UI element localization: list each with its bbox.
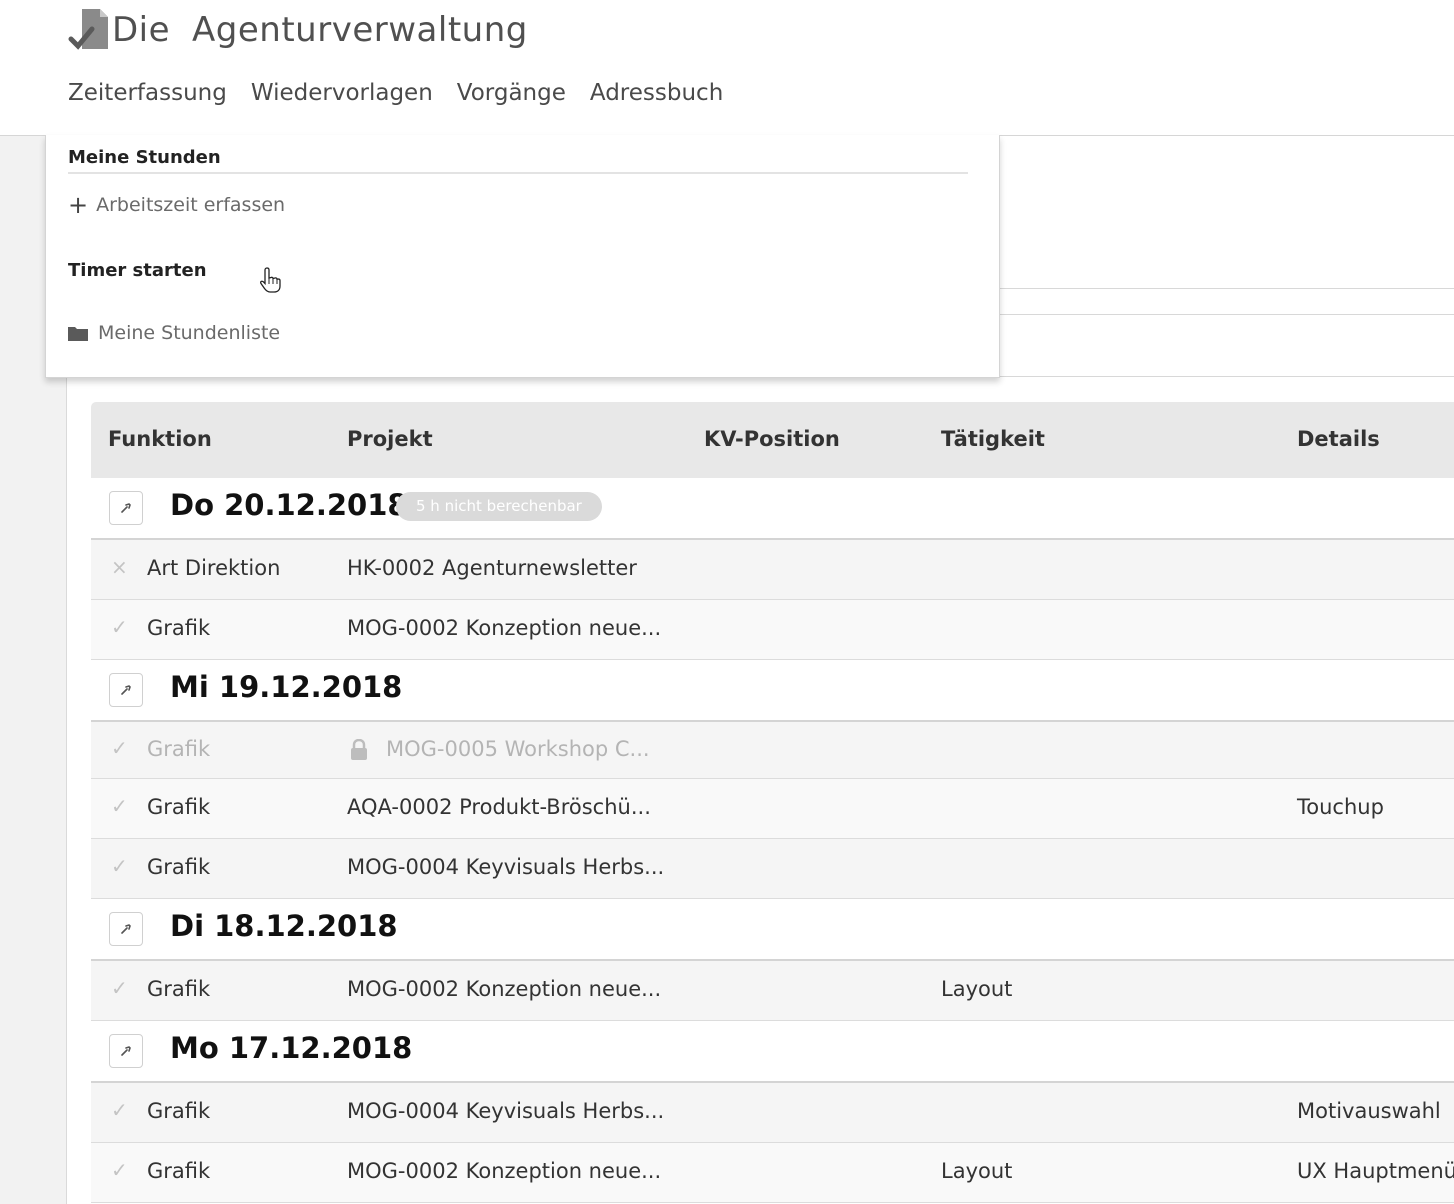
cell-details: Touchup [1297, 795, 1384, 819]
table-row[interactable]: ✓ Grafik MOG-0002 Konzeption neue... Lay… [91, 961, 1454, 1021]
column-header-kv-position[interactable]: KV-Position [704, 427, 840, 451]
check-icon: ✓ [111, 976, 128, 1000]
column-header-funktion[interactable]: Funktion [108, 427, 212, 451]
cell-funktion: Grafik [147, 616, 211, 640]
table-header: Funktion Projekt KV-Position Tätigkeit D… [91, 402, 1454, 478]
check-icon: ✓ [111, 615, 128, 639]
cell-funktion: Grafik [147, 795, 211, 819]
check-icon: ✓ [111, 794, 128, 818]
divider [1000, 288, 1454, 289]
table-row[interactable]: ✓ Grafik MOG-0004 Keyvisuals Herbs... [91, 839, 1454, 899]
check-icon: ✓ [111, 1158, 128, 1182]
column-header-taetigkeit[interactable]: Tätigkeit [941, 427, 1045, 451]
my-hours-list-link[interactable]: Meine Stundenliste [68, 322, 280, 344]
day-date: Mo 17.12.2018 [170, 1031, 413, 1065]
app-logo[interactable]: Die Agenturverwaltung [68, 4, 528, 56]
app-title: Die Agenturverwaltung [112, 10, 528, 50]
table-row[interactable]: × Art Direktion HK-0002 Agenturnewslette… [91, 540, 1454, 600]
table-row[interactable]: ✓ Grafik AQA-0002 Produkt-Bröschü... Tou… [91, 779, 1454, 839]
cell-projekt[interactable]: MOG-0002 Konzeption neue... [347, 1159, 661, 1183]
hours-table: Funktion Projekt KV-Position Tätigkeit D… [91, 402, 1454, 1203]
day-action-button[interactable] [109, 912, 143, 946]
nav-item-adressbuch[interactable]: Adressbuch [590, 80, 723, 106]
check-icon: ✓ [111, 854, 128, 878]
day-action-button[interactable] [109, 491, 143, 525]
status-badge: 5 h nicht berechenbar [396, 492, 602, 521]
table-row[interactable]: ✓ Grafik MOG-0004 Keyvisuals Herbs... Mo… [91, 1083, 1454, 1143]
divider [68, 172, 968, 174]
cell-funktion: Grafik [147, 737, 211, 761]
day-action-button[interactable] [109, 673, 143, 707]
close-icon[interactable]: × [111, 555, 128, 579]
column-header-details[interactable]: Details [1297, 427, 1380, 451]
cell-funktion: Grafik [147, 1099, 211, 1123]
day-group-row: Di 18.12.2018 [91, 899, 1454, 961]
start-timer-link[interactable]: Timer starten [68, 260, 207, 281]
lock-icon [351, 739, 367, 760]
cell-funktion: Grafik [147, 1159, 211, 1183]
day-action-button[interactable] [109, 1034, 143, 1068]
cell-projekt: MOG-0005 Workshop C... [386, 737, 650, 761]
wrench-icon [121, 503, 131, 513]
divider [1000, 376, 1454, 377]
add-worktime-link[interactable]: + Arbeitszeit erfassen [68, 193, 285, 217]
cell-funktion: Grafik [147, 977, 211, 1001]
nav-item-vorgaenge[interactable]: Vorgänge [457, 80, 566, 106]
zeiterfassung-dropdown: Meine Stunden + Arbeitszeit erfassen Tim… [45, 135, 1000, 378]
day-date: Di 18.12.2018 [170, 909, 398, 943]
cell-projekt[interactable]: AQA-0002 Produkt-Bröschü... [347, 795, 651, 819]
my-hours-list-label: Meine Stundenliste [98, 322, 281, 344]
plus-icon: + [68, 191, 89, 219]
day-group-row: Mo 17.12.2018 [91, 1021, 1454, 1083]
wrench-icon [121, 1046, 131, 1056]
app-header: Die Agenturverwaltung Zeiterfassung Wiede… [0, 0, 1454, 136]
add-worktime-label: Arbeitszeit erfassen [96, 194, 286, 216]
day-date: Mi 19.12.2018 [170, 670, 403, 704]
check-icon: ✓ [111, 736, 128, 760]
table-row: ✓ Grafik MOG-0005 Workshop C... [91, 722, 1454, 779]
cell-projekt[interactable]: MOG-0002 Konzeption neue... [347, 977, 661, 1001]
cell-projekt[interactable]: MOG-0002 Konzeption neue... [347, 616, 661, 640]
wrench-icon [121, 685, 131, 695]
day-date: Do 20.12.2018 [170, 488, 408, 522]
nav-item-wiedervorlagen[interactable]: Wiedervorlagen [251, 80, 433, 106]
cell-funktion: Grafik [147, 855, 211, 879]
table-row[interactable]: ✓ Grafik MOG-0002 Konzeption neue... [91, 600, 1454, 660]
cell-details: UX Hauptmenü [1297, 1159, 1454, 1183]
cell-projekt[interactable]: MOG-0004 Keyvisuals Herbs... [347, 1099, 664, 1123]
wrench-icon [121, 924, 131, 934]
cell-details: Motivauswahl [1297, 1099, 1441, 1123]
day-group-row: Do 20.12.2018 5 h nicht berechenbar [91, 478, 1454, 540]
folder-icon [68, 326, 88, 341]
document-check-icon [68, 9, 108, 50]
hand-pointer-icon [260, 267, 281, 293]
dropdown-section-title: Meine Stunden [68, 147, 221, 168]
cell-taetigkeit: Layout [941, 977, 1013, 1001]
day-group-row: Mi 19.12.2018 [91, 660, 1454, 722]
main-nav: Zeiterfassung Wiedervorlagen Vorgänge Ad… [68, 80, 747, 106]
cell-projekt[interactable]: MOG-0004 Keyvisuals Herbs... [347, 855, 664, 879]
cell-funktion: Art Direktion [147, 556, 281, 580]
table-row[interactable]: ✓ Grafik MOG-0002 Konzeption neue... Lay… [91, 1143, 1454, 1203]
cell-taetigkeit: Layout [941, 1159, 1013, 1183]
column-header-projekt[interactable]: Projekt [347, 427, 433, 451]
divider [1000, 314, 1454, 315]
check-icon: ✓ [111, 1098, 128, 1122]
cell-projekt[interactable]: HK-0002 Agenturnewsletter [347, 556, 637, 580]
nav-item-zeiterfassung[interactable]: Zeiterfassung [68, 80, 227, 106]
